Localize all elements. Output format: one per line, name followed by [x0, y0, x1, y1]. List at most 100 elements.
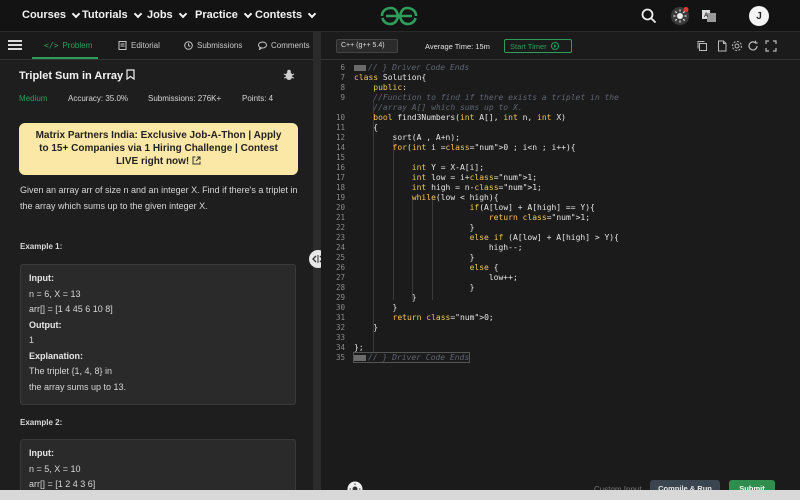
submissions-stat: Submissions: 276K+ [148, 94, 222, 103]
input-label: Input: [29, 273, 54, 283]
bookmark-icon[interactable] [126, 69, 135, 81]
code-line: if(A[low] + A[high] == Y){ [469, 203, 595, 212]
nav-courses[interactable]: Courses [22, 9, 81, 21]
code-line: int Y = X-A[i]; [411, 163, 485, 172]
horizontal-scrollbar[interactable] [0, 490, 800, 500]
line-number: 29 [335, 293, 345, 302]
line-number: 14 [335, 143, 345, 152]
line-number: 10 [335, 113, 345, 122]
translate-icon[interactable]: A [700, 7, 718, 25]
nav-label: Practice [195, 9, 238, 21]
code-line: return class="num">1; [488, 213, 591, 222]
explanation-line: the array sums up to 13. [29, 381, 127, 392]
tab-comments[interactable]: Comments [258, 41, 310, 50]
nav-contests[interactable]: Contests [255, 9, 317, 21]
line-number: 15 [335, 153, 345, 162]
language-select[interactable]: C++ (g++ 5.4) [336, 39, 398, 53]
line-number: 6 [340, 63, 345, 72]
play-icon [550, 42, 559, 50]
editor-pane: C++ (g++ 5.4) Average Time: 15m Start Ti… [321, 32, 800, 500]
code-icon: </> [44, 41, 59, 50]
code-line: sort(A , A+n); [354, 133, 460, 142]
problem-pane: </> Problem Editorial Submissions Commen… [0, 32, 313, 500]
comment-icon [258, 41, 267, 50]
chevron-down-icon [71, 9, 81, 18]
explanation-line: The triplet {1, 4, 8} in [29, 366, 113, 376]
fullscreen-icon[interactable] [765, 40, 777, 52]
code-line: } [354, 253, 475, 262]
banner-text: Matrix Partners India: Exclusive Job-A-T… [35, 130, 282, 167]
avatar[interactable]: J [749, 6, 769, 26]
line-number: 9 [340, 93, 345, 102]
code-line: } [354, 303, 398, 312]
document-icon [118, 41, 127, 50]
input-line: arr[] = [1 4 45 6 10 8] [29, 304, 113, 314]
chevron-down-icon [133, 9, 142, 18]
line-number: 25 [335, 253, 345, 262]
tab-label: Problem [62, 41, 93, 50]
tab-problem[interactable]: </> Problem [44, 41, 92, 50]
line-number: 24 [335, 243, 345, 252]
tab-editorial[interactable]: Editorial [118, 41, 160, 50]
explanation-label: Explanation: [29, 350, 84, 361]
code-line: public: [373, 83, 407, 92]
problem-tabs: </> Problem Editorial Submissions Commen… [0, 32, 313, 60]
menu-icon[interactable] [8, 40, 22, 50]
gfg-logo[interactable] [378, 5, 420, 27]
problem-title: Triplet Sum in Array [19, 69, 135, 82]
line-number: 21 [335, 213, 345, 222]
line-number: 35 [335, 353, 345, 362]
line-number: 11 [335, 123, 345, 132]
line-number: 7 [340, 73, 345, 82]
code-line: } [354, 223, 475, 232]
chevron-down-icon [307, 9, 317, 18]
line-number: 16 [335, 163, 345, 172]
example-1-title: Example 1: [20, 242, 63, 251]
code-editor[interactable]: 6 7 8 9 10 11 12 14 15 16 17 18 19 20 21 22 23 24 25 26 27 28… [321, 60, 800, 480]
line-number: 34 [335, 343, 345, 352]
file-icon[interactable] [716, 40, 728, 52]
line-number: 32 [335, 323, 345, 332]
accuracy-stat: Accuracy: 35.0% [68, 94, 129, 103]
line-number: 33 [335, 333, 345, 342]
nav-label: Jobs [147, 9, 173, 21]
code-line: }; [354, 343, 364, 352]
line-number: 8 [340, 83, 345, 92]
start-timer-button[interactable]: Start Timer [504, 39, 572, 53]
search-icon[interactable] [640, 7, 658, 25]
code-line: int low = i+class="num">1; [411, 173, 538, 182]
line-number: 17 [335, 173, 345, 182]
line-number: 19 [335, 193, 345, 202]
tab-submissions[interactable]: Submissions [184, 41, 242, 50]
example-2-title: Example 2: [20, 418, 63, 427]
reset-icon[interactable] [747, 40, 759, 52]
line-number: 18 [335, 183, 345, 192]
code-line: else if (A[low] + A[high] > Y){ [469, 233, 619, 242]
chevron-down-icon [178, 9, 187, 18]
problem-description: Given an array arr of size n and an inte… [20, 185, 298, 211]
line-number: 12 [335, 133, 345, 142]
code-line: return class="num">0; [392, 313, 494, 322]
problem-title-text: Triplet Sum in Array [19, 70, 124, 82]
output-label: Output: [29, 319, 62, 330]
tab-label: Editorial [131, 41, 160, 50]
tab-label: Submissions [197, 41, 243, 50]
settings-icon[interactable] [731, 40, 743, 52]
copy-icon[interactable] [696, 40, 708, 52]
bug-report-icon[interactable] [283, 69, 295, 81]
line-number: 26 [335, 263, 345, 272]
nav-practice[interactable]: Practice [195, 9, 253, 21]
language-label: C++ (g++ 5.4) [341, 42, 385, 49]
line-number: 20 [335, 203, 345, 212]
hiring-banner[interactable]: Matrix Partners India: Exclusive Job-A-T… [19, 123, 298, 175]
nav-label: Tutorials [82, 9, 128, 21]
line-number: 28 [335, 283, 345, 292]
nav-tutorials[interactable]: Tutorials [82, 9, 142, 21]
theme-toggle-icon[interactable] [670, 6, 690, 26]
code-line: high--; [354, 243, 523, 252]
line-number: 22 [335, 223, 345, 232]
code-line: else { [469, 263, 499, 272]
nav-jobs[interactable]: Jobs [147, 9, 187, 21]
history-icon [184, 41, 193, 50]
top-navbar: Courses Tutorials Jobs Practice Contests… [0, 0, 800, 32]
